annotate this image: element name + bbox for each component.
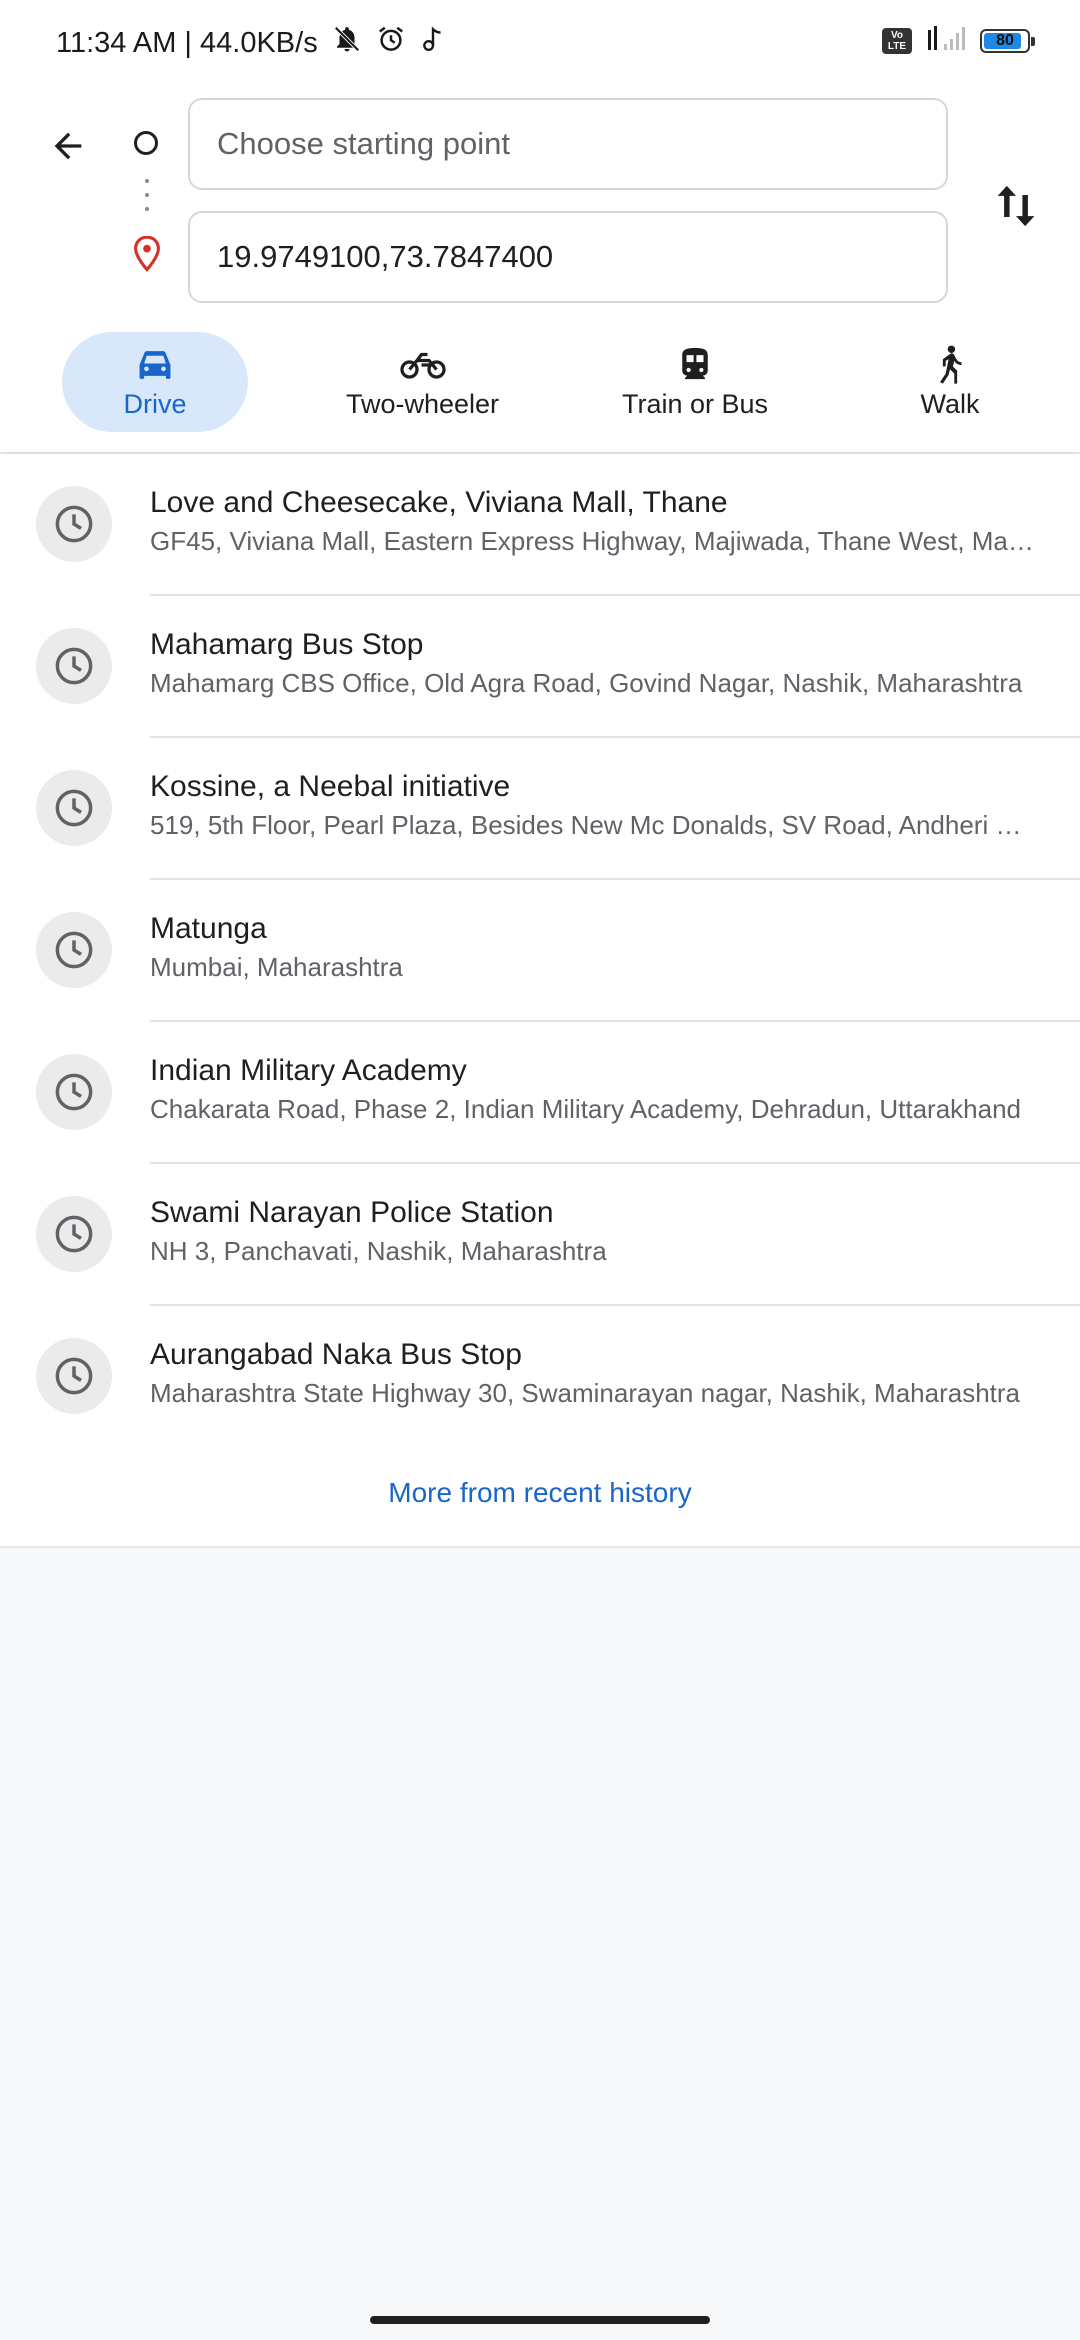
- list-item[interactable]: Aurangabad Naka Bus Stop Maharashtra Sta…: [0, 1306, 1080, 1440]
- list-item[interactable]: Love and Cheesecake, Viviana Mall, Thane…: [0, 454, 1080, 596]
- list-item-title: Kossine, a Neebal initiative: [150, 770, 511, 803]
- mode-drive[interactable]: Drive: [62, 332, 248, 432]
- alarm-icon: [376, 24, 406, 62]
- recent-history-list: Love and Cheesecake, Viviana Mall, Thane…: [0, 454, 1080, 1548]
- history-clock-icon: [36, 1196, 112, 1272]
- list-item-title: Aurangabad Naka Bus Stop: [150, 1338, 522, 1371]
- list-item-title: Swami Narayan Police Station: [150, 1196, 554, 1229]
- history-clock-icon: [36, 486, 112, 562]
- arrow-back-icon: [54, 132, 82, 160]
- mute-bell-icon: [332, 24, 362, 62]
- list-item-subtitle: 519, 5th Floor, Pearl Plaza, Besides New…: [150, 810, 1034, 840]
- list-item[interactable]: Mahamarg Bus Stop Mahamarg CBS Office, O…: [0, 596, 1080, 738]
- travel-modes: Drive Two-wheeler Train or Bus Walk: [0, 332, 1080, 432]
- history-clock-icon: [36, 912, 112, 988]
- divider: [0, 1546, 1080, 1548]
- history-clock-icon: [36, 1054, 112, 1130]
- battery-icon: 80: [980, 28, 1035, 53]
- more-from-recent-history-link[interactable]: More from recent history: [0, 1440, 1080, 1546]
- list-item[interactable]: Matunga Mumbai, Maharashtra: [0, 880, 1080, 1022]
- list-item-subtitle: Mumbai, Maharashtra: [150, 952, 403, 982]
- mode-walk[interactable]: Walk: [900, 332, 1000, 432]
- list-item-title: Mahamarg Bus Stop: [150, 628, 424, 661]
- battery-level: 80: [996, 31, 1014, 49]
- list-item-subtitle: Mahamarg CBS Office, Old Agra Road, Govi…: [150, 668, 1023, 698]
- train-icon: [678, 345, 712, 385]
- home-indicator[interactable]: [370, 2316, 710, 2324]
- history-clock-icon: [36, 770, 112, 846]
- list-item-title: Indian Military Academy: [150, 1054, 467, 1087]
- mode-train-or-bus-label: Train or Bus: [621, 388, 769, 419]
- list-item-subtitle: Maharashtra State Highway 30, Swaminaray…: [150, 1378, 1020, 1408]
- status-bar: 11:34 AM | 44.0KB/s Vo LTE 80: [0, 0, 1080, 84]
- swap-button[interactable]: [990, 174, 1042, 238]
- motorcycle-icon: [399, 345, 446, 385]
- music-note-icon: [420, 24, 446, 62]
- mode-train-or-bus[interactable]: Train or Bus: [600, 332, 790, 432]
- list-item-subtitle: NH 3, Panchavati, Nashik, Maharashtra: [150, 1236, 607, 1266]
- status-right: Vo LTE 80: [882, 24, 1035, 57]
- destination-pin-icon: [132, 235, 162, 277]
- list-item-subtitle: GF45, Viviana Mall, Eastern Express High…: [150, 526, 1034, 556]
- status-left: 11:34 AM | 44.0KB/s: [56, 24, 446, 62]
- swap-vertical-icon: [997, 185, 1035, 227]
- volte-icon: Vo LTE: [882, 27, 912, 54]
- origin-circle-icon: [134, 131, 158, 155]
- mode-walk-label: Walk: [920, 388, 980, 419]
- back-button[interactable]: [40, 118, 96, 174]
- history-clock-icon: [36, 628, 112, 704]
- status-time-speed: 11:34 AM | 44.0KB/s: [56, 26, 318, 59]
- mode-drive-label: Drive: [123, 388, 187, 419]
- walk-icon: [935, 345, 965, 385]
- mode-two-wheeler-label: Two-wheeler: [345, 388, 500, 419]
- list-item-title: Matunga: [150, 912, 267, 945]
- list-item-title: Love and Cheesecake, Viviana Mall, Thane: [150, 486, 728, 519]
- route-dots: [145, 179, 149, 221]
- list-item[interactable]: Indian Military Academy Chakarata Road, …: [0, 1022, 1080, 1164]
- directions-panel: Choose starting point 19.9749100,73.7847…: [0, 84, 1080, 452]
- list-item-subtitle: Chakarata Road, Phase 2, Indian Military…: [150, 1094, 1021, 1124]
- mode-two-wheeler[interactable]: Two-wheeler: [320, 332, 525, 432]
- starting-point-placeholder: Choose starting point: [217, 126, 510, 161]
- list-item[interactable]: Kossine, a Neebal initiative 519, 5th Fl…: [0, 738, 1080, 880]
- starting-point-input[interactable]: Choose starting point: [188, 98, 948, 190]
- list-item[interactable]: Swami Narayan Police Station NH 3, Panch…: [0, 1164, 1080, 1306]
- car-icon: [136, 345, 174, 385]
- destination-input[interactable]: 19.9749100,73.7847400: [188, 211, 948, 303]
- signal-icon: [926, 24, 966, 57]
- history-clock-icon: [36, 1338, 112, 1414]
- destination-value: 19.9749100,73.7847400: [217, 239, 554, 274]
